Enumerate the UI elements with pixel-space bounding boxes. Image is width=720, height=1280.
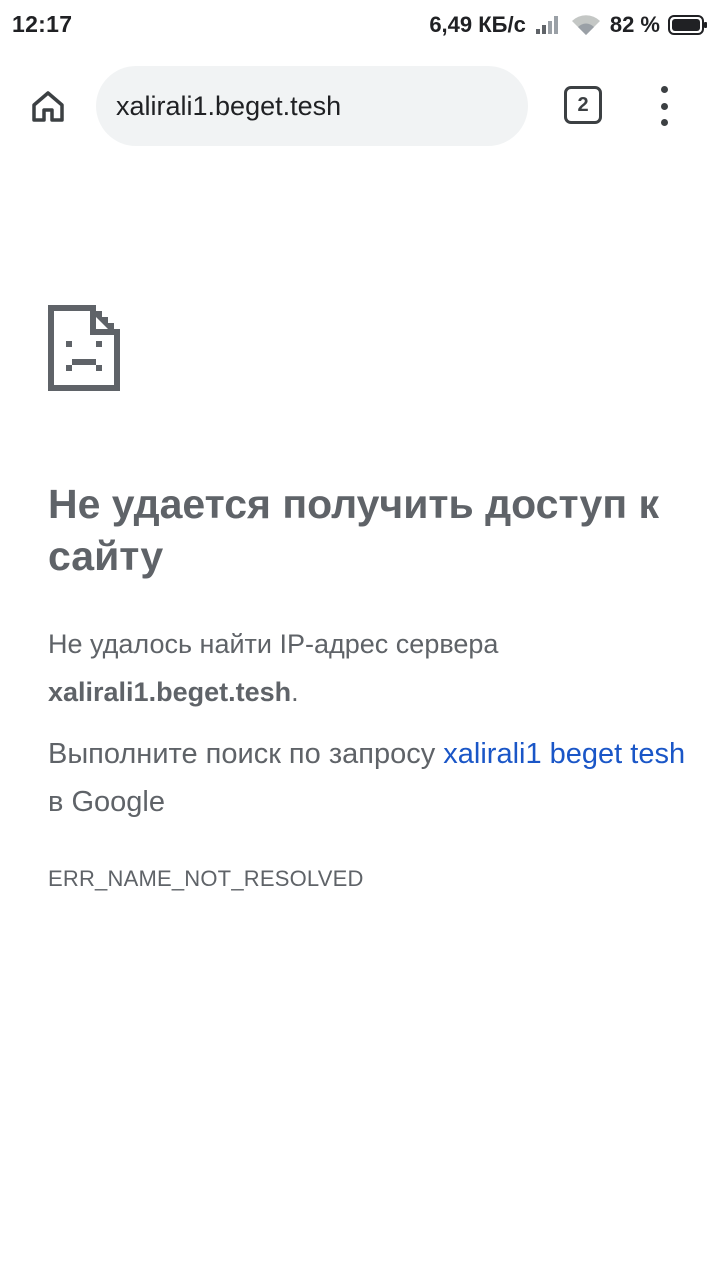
more-vert-dot [660,119,668,126]
home-icon [32,91,64,122]
more-vert-dot [660,102,668,110]
search-suggestion: Выполните поиск по запросу xalirali1 beg… [48,730,688,826]
browser-toolbar: xalirali1.beget.tesh 2 [0,52,720,162]
wifi-icon [571,15,600,35]
battery-icon [668,15,707,35]
tab-switcher-button[interactable]: 2 [564,86,602,124]
signal-icon [535,16,558,34]
status-time: 12:17 [12,11,73,37]
error-description: Не удалось найти IP-адрес сервера xalira… [48,620,678,716]
sad-page-icon [48,305,120,391]
more-menu-button[interactable] [648,86,680,126]
address-bar[interactable]: xalirali1.beget.tesh [96,66,528,146]
url-text[interactable]: xalirali1.beget.tesh [116,91,341,122]
error-code[interactable]: ERR_NAME_NOT_RESOLVED [48,866,364,892]
error-title: Не удается получить доступ к сайту [48,481,660,579]
error-description-text: Не удалось найти IP-адрес сервера [48,629,499,659]
status-right: 6,49 КБ/с 82 % [429,10,708,40]
error-host: xalirali1.beget.tesh [48,677,292,707]
network-speed: 6,49 КБ/с [429,12,526,37]
home-button[interactable] [24,82,72,130]
search-suggestion-text: Выполните поиск по запросу [48,738,444,770]
status-bar: 12:17 6,49 КБ/с 82 % [0,0,720,52]
search-query-link[interactable]: xalirali1 beget tesh [443,738,685,770]
battery-percent: 82 % [609,12,660,37]
error-description-end: . [291,677,299,707]
more-vert-icon [660,86,668,93]
tab-count: 2 [577,93,589,116]
search-suggestion-end: в Google [48,786,165,818]
